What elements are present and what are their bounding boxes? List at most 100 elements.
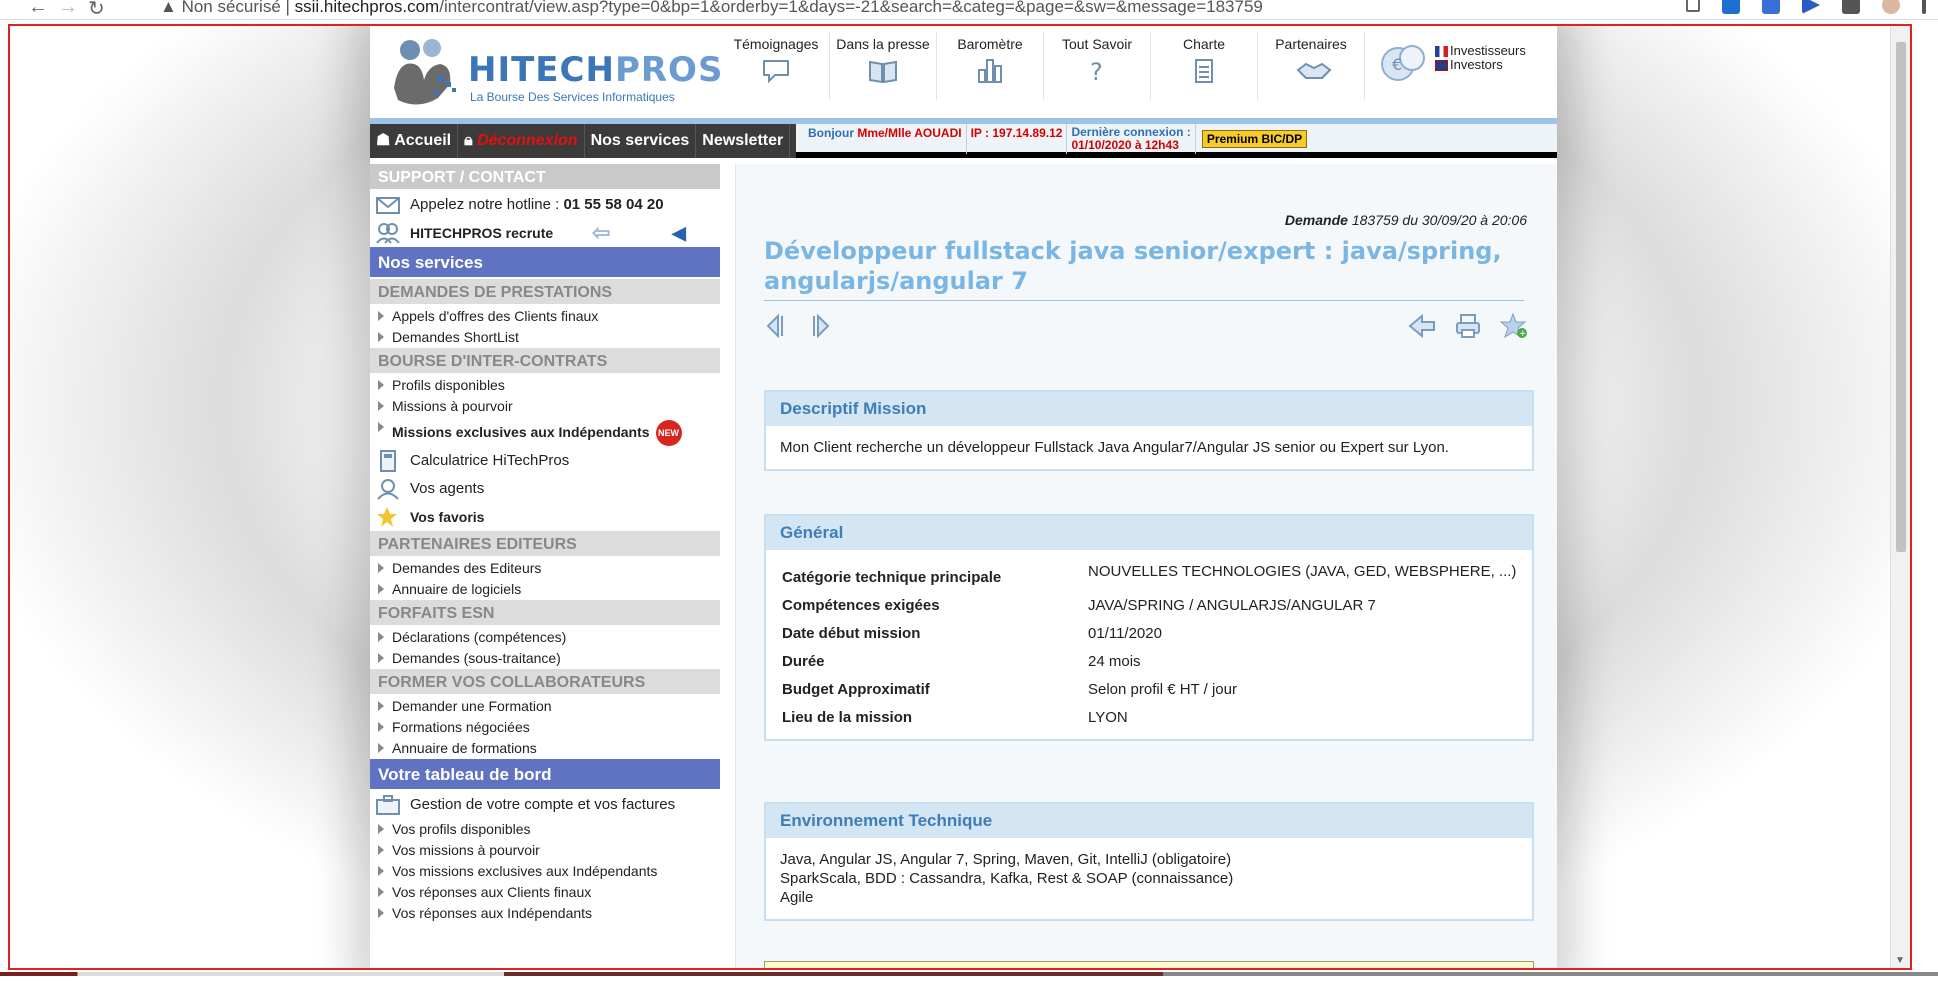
calculator-icon	[380, 450, 396, 472]
arrow-left-dark-icon: ◀	[672, 223, 686, 243]
general-key: Durée	[782, 653, 825, 670]
nav-presse[interactable]: Dans la presse	[830, 32, 937, 100]
sidebar-link-annuaire-formations[interactable]: Annuaire de formations	[370, 738, 720, 759]
extension-icon[interactable]	[1762, 0, 1780, 14]
investors-en-label: Investors	[1450, 57, 1503, 72]
reload-icon[interactable]: ↻	[88, 0, 105, 21]
scroll-thumb[interactable]	[1896, 42, 1906, 552]
sidebar-link-demander-formation[interactable]: Demander une Formation	[370, 696, 720, 717]
uk-flag-icon	[1435, 60, 1448, 71]
people-icon	[376, 223, 400, 244]
sidebar-link-vos-profils[interactable]: Vos profils disponibles	[370, 819, 720, 840]
add-favorite-star-icon[interactable]: +	[1500, 312, 1528, 340]
next-icon[interactable]	[804, 312, 832, 340]
env-line: SparkScala, BDD : Cassandra, Kafka, Rest…	[780, 870, 1234, 887]
general-value: NOUVELLES TECHNOLOGIES (JAVA, GED, WEBSP…	[1088, 563, 1517, 580]
sidebar-link-sous-traitance[interactable]: Demandes (sous-traitance)	[370, 648, 720, 669]
security-label: Non sécurisé	[181, 0, 281, 16]
general-value: Selon profil € HT / jour	[1088, 681, 1237, 698]
sidebar-link-shortlist[interactable]: Demandes ShortList	[370, 327, 720, 348]
forward-icon[interactable]: →	[58, 0, 78, 19]
page-viewport: HITECHPROS La Bourse Des Services Inform…	[8, 24, 1912, 970]
sidebar-link-missions[interactable]: Missions à pourvoir	[370, 396, 720, 417]
sidebar-link-vos-missions-exclusives[interactable]: Vos missions exclusives aux Indépendants	[370, 861, 720, 882]
home-icon: ☗	[376, 132, 391, 149]
logo-tagline: La Bourse Des Services Informatiques	[470, 90, 675, 104]
logo-wordmark: HITECHPROS	[468, 50, 724, 90]
nav-charte[interactable]: Charte	[1151, 32, 1258, 100]
general-key: Catégorie technique principale	[782, 569, 1002, 586]
important-notice: IMPORTANT :	[764, 961, 1534, 968]
nav-partenaires[interactable]: Partenaires	[1258, 32, 1365, 100]
general-value: 24 mois	[1088, 653, 1141, 670]
former-heading: FORMER VOS COLLABORATEURS	[370, 669, 720, 696]
recrute-link[interactable]: HITECHPROS recrute ⇦ ◀	[370, 219, 720, 247]
sidebar-link-formations-negociees[interactable]: Formations négociées	[370, 717, 720, 738]
left-sidebar: SUPPORT / CONTACT Appelez notre hotline …	[370, 164, 720, 968]
profile-avatar[interactable]	[1882, 0, 1900, 14]
sidebar-link-calculatrice[interactable]: Calculatrice HiTechPros	[370, 447, 720, 475]
hotline-label: Appelez notre hotline :	[410, 196, 560, 213]
nav-barometre[interactable]: Baromètre	[937, 32, 1044, 100]
taskbar-strip	[0, 972, 1938, 993]
question-mark-icon: ?	[1090, 58, 1103, 84]
action-controls: +	[1408, 312, 1528, 340]
menu-kebab-icon[interactable]	[1922, 0, 1926, 14]
sidebar-link-favoris[interactable]: Vos favoris	[370, 503, 720, 531]
browser-toolbar: ← → ↻ ▲ Non sécurisé | ssii.hitechpros.c…	[0, 0, 1938, 20]
menu-accueil[interactable]: ☗ Accueil	[370, 124, 459, 158]
bookmark-star-icon[interactable]	[1686, 0, 1700, 12]
investors-link[interactable]: € Investisseurs Investors	[1380, 40, 1555, 90]
warning-icon: ▲	[160, 0, 177, 16]
logo-people-icon	[394, 39, 456, 105]
general-value: LYON	[1088, 709, 1128, 726]
url-path: /intercontrat/view.asp?type=0&bp=1&order…	[439, 0, 1263, 16]
bourse-heading: BOURSE D'INTER-CONTRATS	[370, 348, 720, 375]
sidebar-link-gestion-compte[interactable]: Gestion de votre compte et vos factures	[370, 791, 720, 819]
greeting: Bonjour Mme/Mlle AOUADI	[804, 124, 967, 154]
sidebar-link-agents[interactable]: Vos agents	[370, 475, 720, 503]
sidebar-link-demandes-editeurs[interactable]: Demandes des Editeurs	[370, 558, 720, 579]
new-badge: NEW	[655, 420, 682, 447]
star-icon	[377, 507, 397, 527]
prev-next-controls	[764, 312, 832, 340]
menu-deconnexion[interactable]: 🔒︎ Déconnexion	[458, 124, 585, 158]
missions-exclusives-label: Missions exclusives aux Indépendants	[392, 424, 650, 440]
site-header: HITECHPROS La Bourse Des Services Inform…	[370, 26, 1557, 118]
scroll-down-icon[interactable]: ▼	[1895, 955, 1905, 966]
sidebar-link-missions-exclusives[interactable]: Missions exclusives aux Indépendants NEW	[370, 417, 720, 447]
menu-deconnexion-label: Déconnexion	[477, 132, 578, 149]
arrow-left-light-icon: ⇦	[592, 220, 611, 245]
sidebar-link-declarations[interactable]: Déclarations (compétences)	[370, 627, 720, 648]
hotline-number: 01 55 58 04 20	[563, 196, 664, 213]
book-icon	[869, 60, 897, 84]
sidebar-link-appels-offres[interactable]: Appels d'offres des Clients finaux	[370, 306, 720, 327]
nos-services-heading: Nos services	[370, 247, 720, 279]
handshake-icon	[1296, 62, 1332, 79]
general-box: Général Catégorie technique principale N…	[764, 514, 1534, 741]
hitechpros-logo[interactable]: HITECHPROS La Bourse Des Services Inform…	[382, 32, 722, 116]
address-bar[interactable]: ▲ Non sécurisé | ssii.hitechpros.com/int…	[160, 0, 1263, 17]
sidebar-link-reponses-independants[interactable]: Vos réponses aux Indépendants	[370, 903, 720, 924]
sidebar-link-vos-missions[interactable]: Vos missions à pourvoir	[370, 840, 720, 861]
main-menubar: ☗ Accueil 🔒︎ Déconnexion Nos services Ne…	[370, 124, 1557, 158]
nav-tout-savoir[interactable]: Tout Savoir ?	[1044, 32, 1151, 100]
taskbar-color-strip	[0, 972, 1938, 976]
print-icon[interactable]	[1454, 312, 1482, 340]
nav-temoignages[interactable]: Témoignages	[723, 32, 830, 100]
vertical-scrollbar[interactable]: ▼	[1890, 26, 1910, 968]
play-extension-icon[interactable]	[1802, 0, 1820, 14]
back-arrow-icon[interactable]	[1408, 312, 1436, 340]
sidebar-link-reponses-clients[interactable]: Vos réponses aux Clients finaux	[370, 882, 720, 903]
back-icon[interactable]: ←	[28, 0, 48, 19]
env-line: Agile	[780, 889, 814, 906]
outlook-extension-icon[interactable]	[1722, 0, 1740, 14]
extensions-puzzle-icon[interactable]	[1842, 0, 1860, 14]
previous-icon[interactable]	[764, 312, 792, 340]
sidebar-link-annuaire-logiciels[interactable]: Annuaire de logiciels	[370, 579, 720, 600]
menu-newsletter[interactable]: Newsletter	[696, 124, 791, 158]
menu-nos-services[interactable]: Nos services	[585, 124, 697, 158]
sidebar-link-profils[interactable]: Profils disponibles	[370, 375, 720, 396]
investors-fr-label: Investisseurs	[1450, 43, 1526, 58]
demande-info: Demande 183759 du 30/09/20 à 20:06	[1284, 212, 1527, 228]
